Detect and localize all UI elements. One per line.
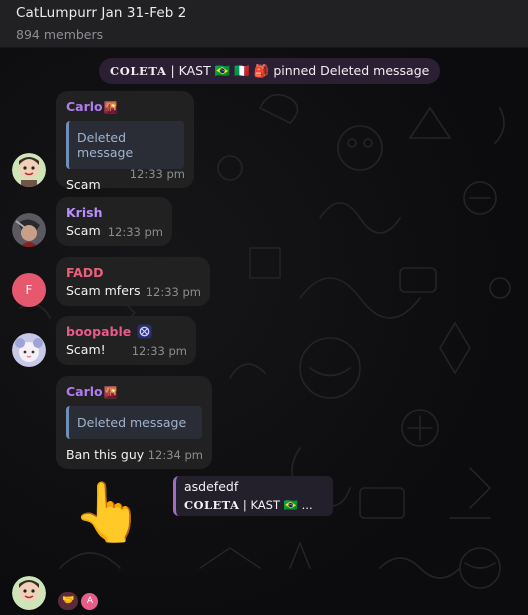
avatar[interactable]: [12, 213, 46, 247]
message-sender[interactable]: FADD: [66, 265, 200, 280]
avatar[interactable]: F: [12, 273, 46, 307]
avatar-image: [12, 153, 46, 187]
message-bubble[interactable]: Carlo🌇 Deleted message Ban this guy 12:3…: [56, 376, 212, 469]
reply-quote[interactable]: Deleted message: [66, 121, 184, 169]
avatar-image: [12, 333, 46, 367]
pinned-actor: COLETA: [184, 498, 240, 512]
sender-emoji: 🌇: [103, 101, 118, 114]
member-count: 894 members: [16, 27, 104, 42]
pinned-author: COLETA | KAST 🇧🇷 ...: [184, 498, 325, 512]
pinned-message-bar[interactable]: asdefedf COLETA | KAST 🇧🇷 ...: [173, 476, 333, 516]
avatar[interactable]: [12, 576, 46, 610]
pointing-hand-icon: 👆: [72, 478, 145, 546]
message-time: 12:33 pm: [107, 225, 163, 239]
message-time: 12:33 pm: [145, 285, 201, 299]
service-actor-rest: | KAST 🇧🇷 🇮🇹 🎒: [166, 63, 274, 78]
pinned-service-message[interactable]: COLETA | KAST 🇧🇷 🇮🇹 🎒 pinned Deleted mes…: [99, 58, 441, 84]
reaction-avatar: A: [81, 592, 99, 610]
sender-emoji: 🌇: [103, 386, 118, 399]
avatar[interactable]: [12, 333, 46, 367]
link-badge-icon: [137, 324, 152, 339]
message-sender[interactable]: Carlo🌇: [66, 384, 202, 399]
avatar[interactable]: [12, 153, 46, 187]
avatar-image: [12, 213, 46, 247]
sender-name: Carlo: [66, 384, 103, 399]
pinned-actor-rest: | KAST 🇧🇷 ...: [239, 498, 313, 512]
message-bubble[interactable]: Carlo🌇 Deleted message Scam 12:33 pm: [56, 91, 194, 192]
message-reactions[interactable]: 🤝 A: [58, 592, 99, 610]
message-sender[interactable]: Carlo🌇: [66, 99, 184, 114]
sender-emoji: [137, 324, 152, 339]
sender-name: FADD: [66, 265, 104, 280]
message-time: 12:34 pm: [147, 448, 203, 462]
reaction-handshake[interactable]: 🤝: [58, 592, 79, 610]
message-bubble[interactable]: FADD Scam mfers 12:33 pm: [56, 257, 210, 306]
message-time: 12:33 pm: [129, 167, 185, 181]
chat-header[interactable]: CatLumpurr Jan 31-Feb 2 894 members: [0, 0, 528, 48]
avatar-image: [12, 576, 46, 610]
message-bubble[interactable]: boopable Scam! 12:33 pm: [56, 316, 196, 365]
sender-name: Carlo: [66, 99, 103, 114]
message-sender[interactable]: Krish: [66, 205, 162, 220]
sender-name: Krish: [66, 205, 103, 220]
chat-title: CatLumpurr Jan 31-Feb 2: [16, 5, 187, 21]
service-action: pinned Deleted message: [273, 63, 430, 78]
sender-name: boopable: [66, 324, 132, 339]
message-sender[interactable]: boopable: [66, 324, 186, 339]
reply-quote[interactable]: Deleted message: [66, 406, 202, 439]
pinned-line: asdefedf: [184, 479, 239, 494]
message-bubble[interactable]: Krish Scam 12:33 pm: [56, 197, 172, 246]
service-actor: COLETA: [110, 64, 167, 78]
message-time: 12:33 pm: [131, 344, 187, 358]
